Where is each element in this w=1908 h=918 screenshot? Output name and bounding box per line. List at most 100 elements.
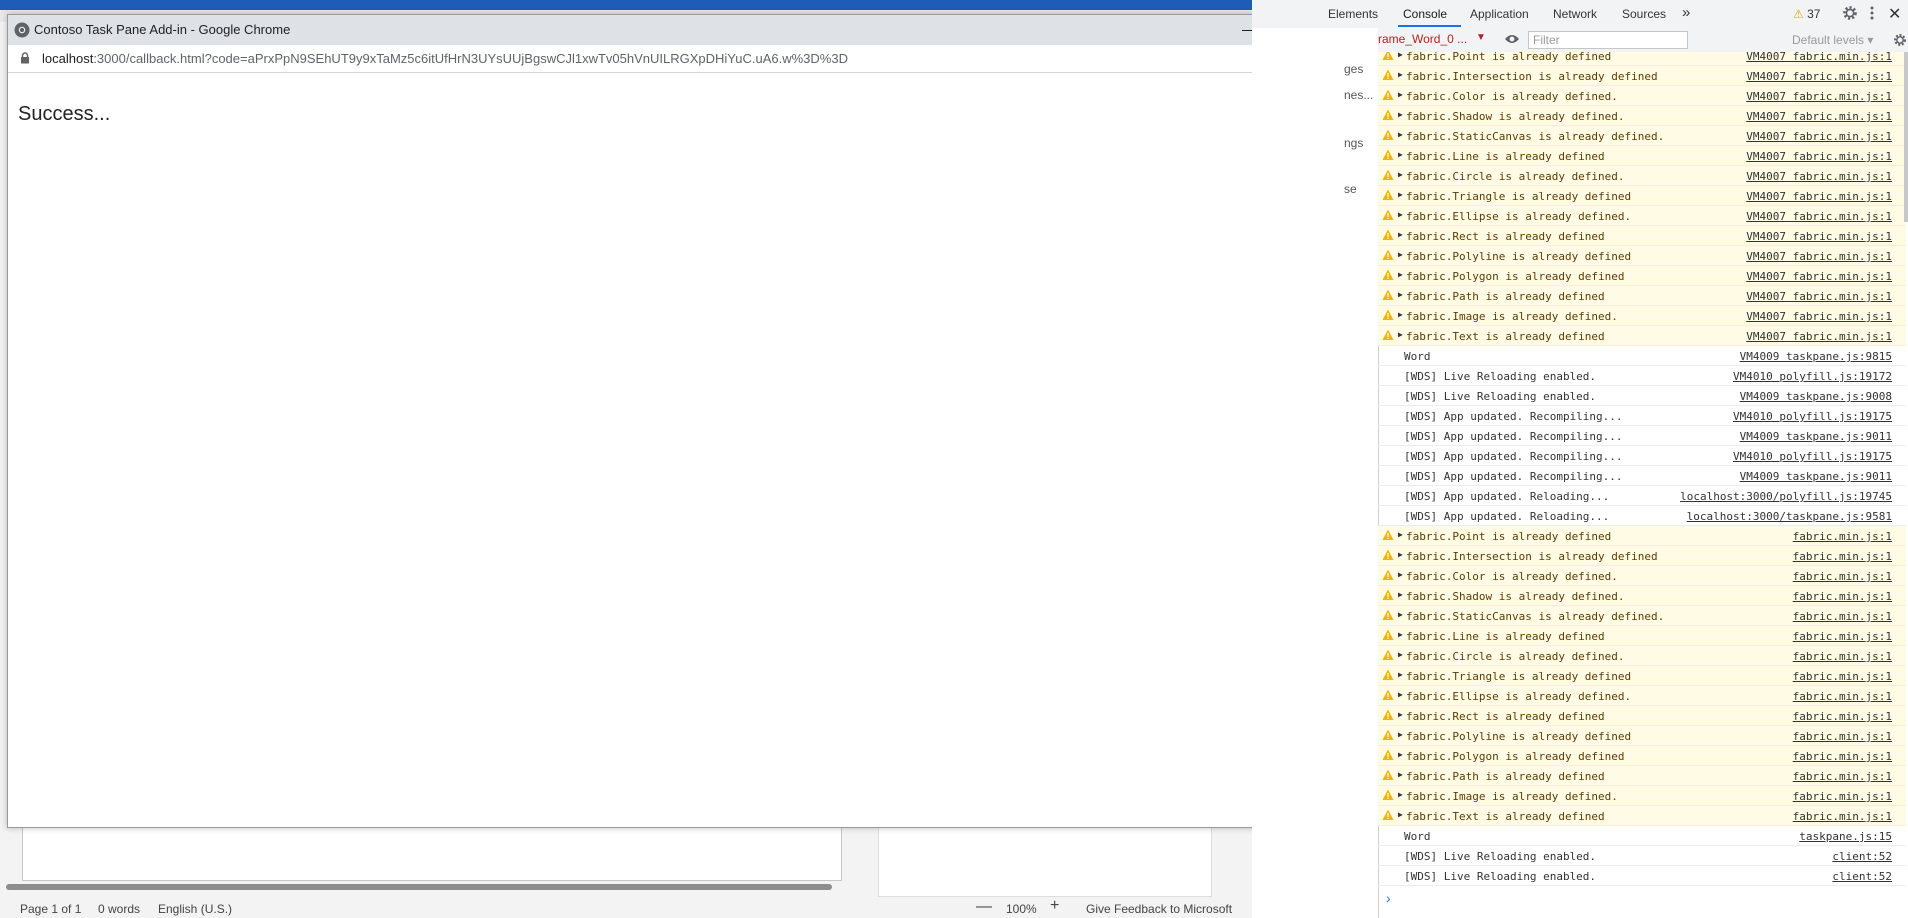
console-warning-row[interactable]: ▶ fabric.Path is already defined fabric.mi… [1378,766,1906,786]
source-link[interactable]: VM4007 fabric.min.js:1 [1746,110,1892,123]
warnings-badge[interactable]: ⚠ 37 [1793,7,1820,21]
console-warning-row[interactable]: ▶ fabric.Ellipse is already defined. VM400… [1378,206,1906,226]
source-link[interactable]: VM4007 fabric.min.js:1 [1746,270,1892,283]
source-link[interactable]: fabric.min.js:1 [1793,810,1892,823]
word-document-page[interactable] [22,826,842,881]
source-link[interactable]: VM4007 fabric.min.js:1 [1746,130,1892,143]
source-link[interactable]: VM4009 taskpane.js:9008 [1740,390,1892,403]
expand-arrow-icon[interactable]: ▶ [1398,630,1403,639]
console-warning-row[interactable]: ▶ fabric.StaticCanvas is already defined.… [1378,606,1906,626]
console-log-row[interactable]: [WDS] Live Reloading enabled. VM4010 poly… [1378,366,1906,386]
expand-arrow-icon[interactable]: ▶ [1398,570,1403,579]
source-link[interactable]: fabric.min.js:1 [1793,730,1892,743]
source-link[interactable]: VM4010 polyfill.js:19175 [1733,410,1892,423]
console-warning-row[interactable]: ▶ fabric.Rect is already defined VM4007 fa… [1378,226,1906,246]
expand-arrow-icon[interactable]: ▶ [1398,290,1403,299]
console-log-row[interactable]: [WDS] App updated. Reloading... localhost… [1378,506,1906,526]
source-link[interactable]: fabric.min.js:1 [1793,550,1892,563]
console-log-row[interactable]: Word taskpane.js:15 [1378,826,1906,846]
address-bar[interactable]: localhost:3000/callback.html?code=aPrxPp… [8,45,1353,73]
source-link[interactable]: VM4007 fabric.min.js:1 [1746,190,1892,203]
source-link[interactable]: VM4007 fabric.min.js:1 [1746,230,1892,243]
console-warning-row[interactable]: ▶ fabric.Image is already defined. VM4007 … [1378,306,1906,326]
source-link[interactable]: VM4007 fabric.min.js:1 [1746,52,1892,63]
expand-arrow-icon[interactable]: ▶ [1398,690,1403,699]
console-log-row[interactable]: [WDS] Live Reloading enabled. VM4009 task… [1378,386,1906,406]
source-link[interactable]: VM4009 taskpane.js:9011 [1740,430,1892,443]
console-log-row[interactable]: Word VM4009 taskpane.js:9815 [1378,346,1906,366]
tab-sources[interactable]: Sources [1622,7,1666,21]
expand-arrow-icon[interactable]: ▶ [1398,110,1403,119]
console-warning-row[interactable]: ▶ fabric.Polygon is already defined VM4007… [1378,266,1906,286]
source-link[interactable]: fabric.min.js:1 [1793,630,1892,643]
horizontal-scrollbar[interactable] [6,884,832,890]
console-log-row[interactable]: [WDS] App updated. Recompiling... VM4009 … [1378,426,1906,446]
console-warning-row[interactable]: ▶ fabric.Image is already defined. fabric.… [1378,786,1906,806]
source-link[interactable]: VM4007 fabric.min.js:1 [1746,90,1892,103]
expand-arrow-icon[interactable]: ▶ [1398,330,1403,339]
source-link[interactable]: fabric.min.js:1 [1793,610,1892,623]
console-warning-row[interactable]: ▶ fabric.Shadow is already defined. fabric… [1378,586,1906,606]
sidebar-fragment[interactable]: nes... [1344,88,1373,102]
expand-arrow-icon[interactable]: ▶ [1398,150,1403,159]
console-log-row[interactable]: [WDS] App updated. Reloading... localhost… [1378,486,1906,506]
expand-arrow-icon[interactable]: ▶ [1398,310,1403,319]
language-indicator[interactable]: English (U.S.) [158,902,232,916]
context-dropdown-icon[interactable]: ▼ [1476,32,1486,43]
expand-arrow-icon[interactable]: ▶ [1398,52,1403,59]
console-warning-row[interactable]: ▶ fabric.Line is already defined fabric.mi… [1378,626,1906,646]
expand-arrow-icon[interactable]: ▶ [1398,130,1403,139]
console-warning-row[interactable]: ▶ fabric.Color is already defined. VM4007 … [1378,86,1906,106]
expand-arrow-icon[interactable]: ▶ [1398,730,1403,739]
eye-icon[interactable] [1504,33,1520,45]
source-link[interactable]: VM4007 fabric.min.js:1 [1746,150,1892,163]
sidebar-fragment[interactable]: ges [1344,62,1363,76]
source-link[interactable]: fabric.min.js:1 [1793,570,1892,583]
source-link[interactable]: fabric.min.js:1 [1793,690,1892,703]
expand-arrow-icon[interactable]: ▶ [1398,790,1403,799]
console-warning-row[interactable]: ▶ fabric.Line is already defined VM4007 fa… [1378,146,1906,166]
expand-arrow-icon[interactable]: ▶ [1398,670,1403,679]
context-selector[interactable]: rame_Word_0 ... [1378,32,1476,46]
expand-arrow-icon[interactable]: ▶ [1398,770,1403,779]
expand-arrow-icon[interactable]: ▶ [1398,530,1403,539]
console-warning-row[interactable]: ▶ fabric.Color is already defined. fabric.… [1378,566,1906,586]
console-log-row[interactable]: [WDS] Live Reloading enabled. client:52 [1378,846,1906,866]
source-link[interactable]: taskpane.js:15 [1799,830,1892,843]
source-link[interactable]: VM4007 fabric.min.js:1 [1746,290,1892,303]
expand-arrow-icon[interactable]: ▶ [1398,710,1403,719]
popup-title-bar[interactable]: Contoso Task Pane Add-in - Google Chrome [8,15,1353,45]
expand-arrow-icon[interactable]: ▶ [1398,230,1403,239]
console-log-row[interactable]: [WDS] App updated. Recompiling... VM4010 … [1378,446,1906,466]
source-link[interactable]: VM4010 polyfill.js:19172 [1733,370,1892,383]
zoom-in-button[interactable]: + [1050,897,1059,915]
source-link[interactable]: fabric.min.js:1 [1793,650,1892,663]
source-link[interactable]: fabric.min.js:1 [1793,770,1892,783]
expand-arrow-icon[interactable]: ▶ [1398,550,1403,559]
console-warning-row[interactable]: ▶ fabric.Rect is already defined fabric.mi… [1378,706,1906,726]
sidebar-fragment[interactable]: ngs [1344,136,1363,150]
console-log-row[interactable]: [WDS] App updated. Recompiling... VM4010 … [1378,406,1906,426]
settings-gear-icon[interactable] [1842,5,1858,21]
source-link[interactable]: VM4009 taskpane.js:9011 [1740,470,1892,483]
console-warning-row[interactable]: ▶ fabric.Polyline is already defined VM400… [1378,246,1906,266]
tab-network[interactable]: Network [1553,7,1597,21]
source-link[interactable]: VM4007 fabric.min.js:1 [1746,70,1892,83]
give-feedback-link[interactable]: Give Feedback to Microsoft [1086,902,1232,916]
source-link[interactable]: localhost:3000/polyfill.js:19745 [1680,490,1892,503]
source-link[interactable]: VM4007 fabric.min.js:1 [1746,310,1892,323]
page-count[interactable]: Page 1 of 1 [20,902,81,916]
source-link[interactable]: VM4007 fabric.min.js:1 [1746,250,1892,263]
console-log-row[interactable]: [WDS] App updated. Recompiling... VM4009 … [1378,466,1906,486]
expand-arrow-icon[interactable]: ▶ [1398,250,1403,259]
source-link[interactable]: localhost:3000/taskpane.js:9581 [1687,510,1892,523]
console-warning-row[interactable]: ▶ fabric.Text is already defined VM4007 fa… [1378,326,1906,346]
console-prompt[interactable]: › [1386,890,1391,906]
zoom-out-button[interactable]: — [976,898,992,916]
source-link[interactable]: VM4009 taskpane.js:9815 [1740,350,1892,363]
filter-input[interactable] [1528,31,1688,49]
console-warning-row[interactable]: ▶ fabric.Path is already defined VM4007 fa… [1378,286,1906,306]
expand-arrow-icon[interactable]: ▶ [1398,170,1403,179]
console-warning-row[interactable]: ▶ fabric.Shadow is already defined. VM4007… [1378,106,1906,126]
more-tabs-button[interactable]: » [1682,4,1690,21]
